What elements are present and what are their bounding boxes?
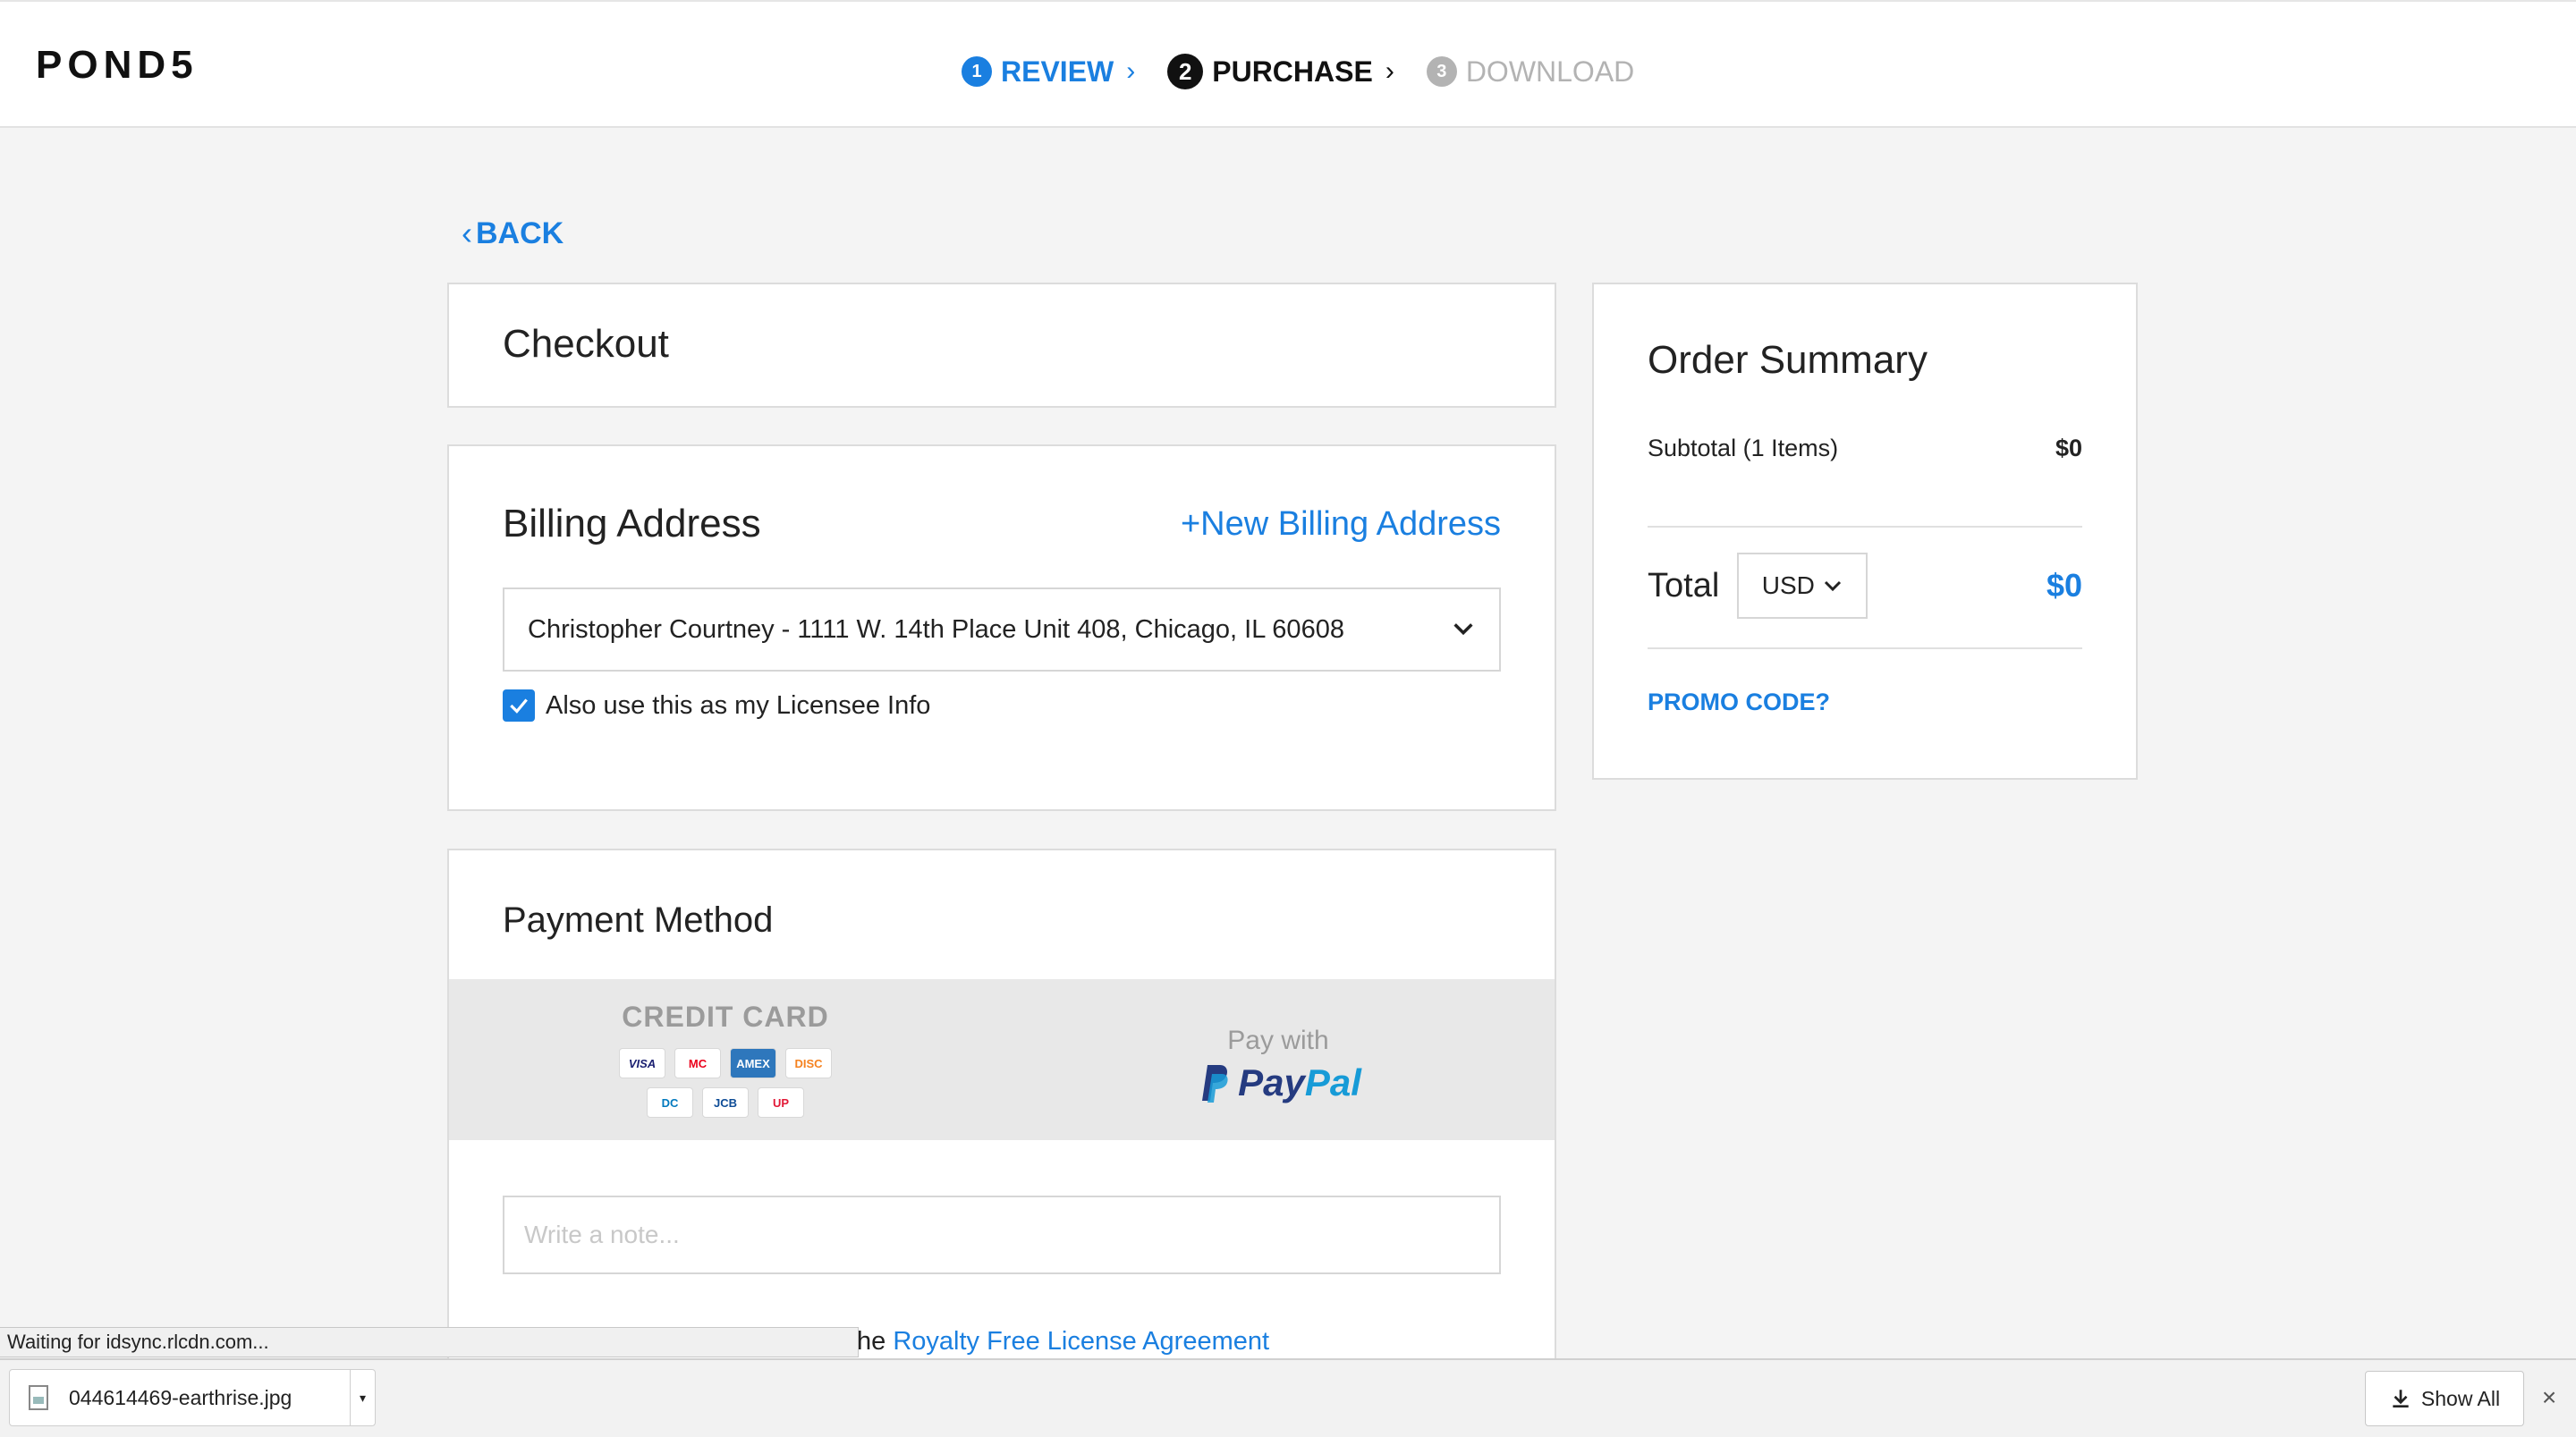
step-label: DOWNLOAD (1465, 55, 1635, 88)
total-value: $0 (2046, 567, 2082, 604)
billing-address-select[interactable]: Christopher Courtney - 1111 W. 14th Plac… (503, 587, 1501, 672)
licensee-checkbox-row[interactable]: Also use this as my Licensee Info (503, 689, 930, 722)
summary-divider (1648, 526, 2082, 528)
step-number-badge: 3 (1426, 56, 1457, 87)
top-nav-bar: POND5 1 REVIEW › 2 PURCHASE › 3 DOWNLOAD (0, 0, 2576, 128)
payment-method-card: Payment Method CREDIT CARD VISA MC AMEX … (447, 849, 1556, 1358)
chevron-down-icon (1824, 580, 1841, 592)
step-number-badge: 2 (1167, 54, 1204, 89)
download-file-name: 044614469-earthrise.jpg (69, 1385, 292, 1409)
paypal-word-pal: Pal (1304, 1061, 1361, 1103)
file-icon (29, 1385, 48, 1410)
subtotal-label: Subtotal (1 Items) (1648, 435, 1839, 461)
chevron-right-icon: › (1126, 56, 1136, 86)
currency-select[interactable]: USD (1737, 553, 1868, 619)
step-purchase: 2 PURCHASE › (1167, 54, 1394, 89)
browser-status-bar: Waiting for idsync.rlcdn.com... (0, 1327, 859, 1357)
close-shelf-icon[interactable]: × (2533, 1382, 2565, 1414)
chevron-right-icon: › (1385, 56, 1394, 86)
show-all-downloads-button[interactable]: Show All (2365, 1371, 2524, 1426)
diners-club-icon: DC (647, 1087, 693, 1118)
step-number-badge: 1 (962, 56, 992, 87)
note-input[interactable] (503, 1196, 1501, 1274)
checkmark-icon (510, 698, 528, 714)
order-summary-card: Order Summary Subtotal (1 Items) $0 Tota… (1592, 283, 2138, 780)
card-logos-row: DC JCB UP (647, 1087, 804, 1118)
download-icon (2393, 1390, 2409, 1408)
billing-address-title: Billing Address (503, 502, 761, 545)
show-all-label: Show All (2420, 1386, 2501, 1410)
step-label: REVIEW (1001, 55, 1114, 88)
order-summary-title: Order Summary (1648, 338, 1928, 382)
pond5-logo[interactable]: POND5 (36, 43, 199, 88)
paypal-option[interactable]: Pay with PayPal (1002, 979, 1555, 1140)
amex-icon: AMEX (730, 1048, 776, 1078)
new-billing-address-link[interactable]: +New Billing Address (1181, 505, 1501, 544)
paypal-wordmark: PayPal (1238, 1061, 1361, 1104)
download-item[interactable]: 044614469-earthrise.jpg ▾ (9, 1369, 376, 1426)
summary-divider (1648, 647, 2082, 649)
card-logos-row: VISA MC AMEX DISC (619, 1048, 832, 1078)
checkout-title: Checkout (503, 322, 669, 366)
promo-code-link[interactable]: PROMO CODE? (1648, 689, 1830, 716)
license-agreement-line: he Royalty Free License Agreement (857, 1327, 1269, 1357)
selected-address-value: Christopher Courtney - 1111 W. 14th Plac… (528, 614, 1344, 644)
download-menu-icon[interactable]: ▾ (350, 1370, 375, 1425)
credit-card-label: CREDIT CARD (622, 1001, 829, 1033)
back-label: BACK (476, 216, 564, 250)
jcb-icon: JCB (702, 1087, 749, 1118)
back-link[interactable]: ‹ BACK (462, 215, 564, 252)
total-row: Total USD $0 (1648, 553, 2082, 619)
currency-value: USD (1761, 571, 1815, 599)
billing-address-card: Billing Address +New Billing Address Chr… (447, 444, 1556, 811)
license-prefix-text: he (857, 1327, 894, 1356)
subtotal-value: $0 (2055, 435, 2082, 461)
credit-card-option[interactable]: CREDIT CARD VISA MC AMEX DISC DC JCB UP (449, 979, 1002, 1140)
subtotal-row: Subtotal (1 Items) $0 (1648, 435, 2082, 462)
download-shelf: 044614469-earthrise.jpg ▾ Show All × (0, 1358, 2576, 1437)
paypal-p-icon (1202, 1065, 1228, 1103)
checkout-card: Checkout (447, 283, 1556, 408)
discover-icon: DISC (785, 1048, 832, 1078)
unionpay-icon: UP (758, 1087, 804, 1118)
paypal-prefix: Pay with (1227, 1026, 1329, 1055)
chevron-left-icon: ‹ (462, 215, 472, 251)
visa-icon: VISA (619, 1048, 665, 1078)
mastercard-icon: MC (674, 1048, 721, 1078)
step-download: 3 DOWNLOAD (1426, 55, 1635, 89)
paypal-word-pay: Pay (1238, 1061, 1305, 1103)
chevron-down-icon (1451, 616, 1476, 648)
step-review[interactable]: 1 REVIEW › (962, 55, 1135, 89)
payment-method-title: Payment Method (503, 900, 774, 940)
paypal-logo: PayPal (1195, 1061, 1361, 1104)
payment-options-band: CREDIT CARD VISA MC AMEX DISC DC JCB UP … (449, 979, 1555, 1140)
licensee-checkbox-label: Also use this as my Licensee Info (546, 690, 931, 720)
checkout-steps: 1 REVIEW › 2 PURCHASE › 3 DOWNLOAD (962, 48, 1666, 95)
step-label: PURCHASE (1212, 55, 1373, 88)
total-label: Total (1648, 566, 1720, 604)
licensee-checkbox[interactable] (503, 689, 535, 722)
royalty-free-license-link[interactable]: Royalty Free License Agreement (893, 1327, 1269, 1356)
